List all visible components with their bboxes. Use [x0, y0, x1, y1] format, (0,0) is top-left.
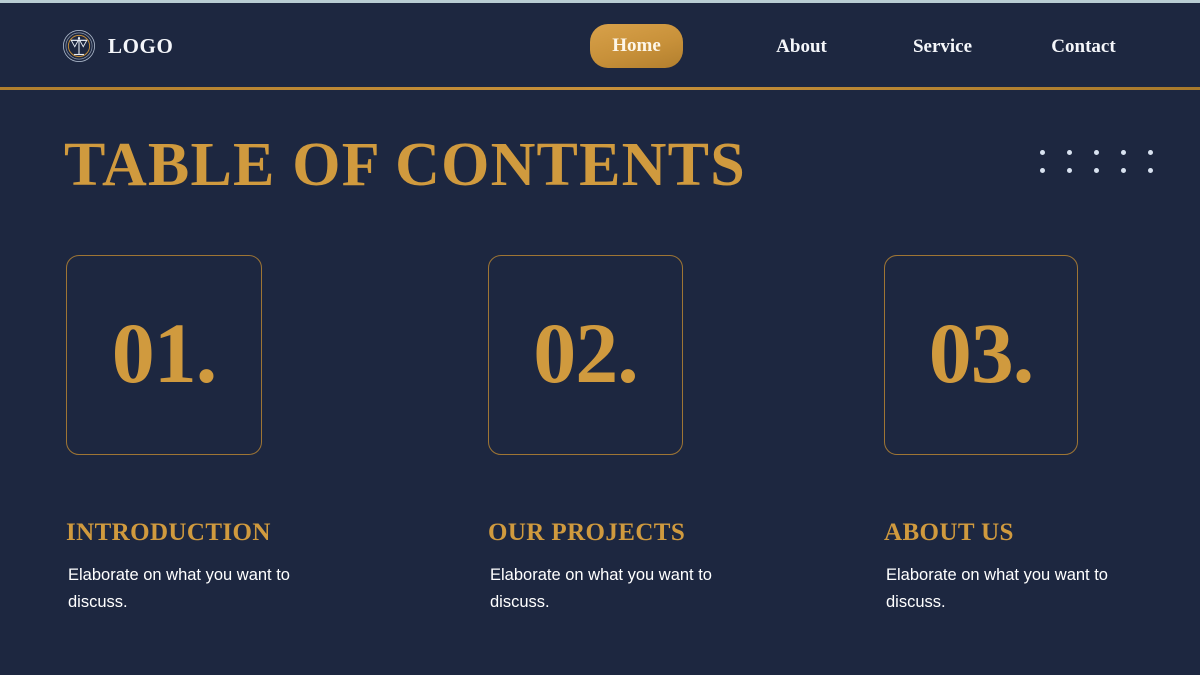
dot [1121, 168, 1126, 173]
entry-body-introduction: Elaborate on what you want to discuss. [68, 566, 290, 611]
nav-item-home[interactable]: Home [590, 24, 683, 68]
dot [1040, 168, 1045, 173]
dot [1121, 150, 1126, 155]
dot [1067, 150, 1072, 155]
nav-item-contact[interactable]: Contact [1013, 37, 1154, 56]
number-box-1: 01. [66, 255, 262, 455]
site-header: LOGO Home About Service Contact [0, 3, 1200, 89]
dot [1040, 150, 1045, 155]
entry-heading-about-us: ABOUT US [884, 519, 1014, 546]
nav-item-about[interactable]: About [731, 37, 872, 56]
toc-entry-3: 03. ABOUT US Elaborate on what you want … [884, 255, 1200, 611]
dot [1094, 168, 1099, 173]
main-nav: Home About Service Contact [590, 24, 1154, 68]
entry-body-about-us: Elaborate on what you want to discuss. [886, 566, 1108, 611]
number-box-2: 02. [488, 255, 683, 455]
dot [1148, 168, 1153, 173]
toc-entry-1: 01. INTRODUCTION Elaborate on what you w… [66, 255, 396, 611]
brand-name: LOGO [108, 33, 174, 58]
dot [1148, 150, 1153, 155]
entry-heading-our-projects: OUR PROJECTS [488, 519, 686, 546]
dot [1067, 168, 1072, 173]
toc-entry-2: 02. OUR PROJECTS Elaborate on what you w… [488, 255, 818, 611]
header-divider [0, 87, 1200, 90]
page-title: TABLE OF CONTENTS [64, 131, 746, 199]
entry-number: 02. [533, 305, 638, 401]
entry-number: 03. [928, 305, 1034, 401]
slide-table-of-contents: LOGO Home About Service Contact TABLE OF… [0, 0, 1200, 675]
dot [1094, 150, 1099, 155]
entry-heading-introduction: INTRODUCTION [66, 519, 271, 546]
nav-item-service[interactable]: Service [872, 37, 1013, 56]
number-box-3: 03. [884, 255, 1078, 455]
brand[interactable]: LOGO [62, 29, 173, 63]
scales-of-justice-icon [62, 29, 96, 63]
entry-number: 01. [111, 305, 217, 401]
dot-grid-decoration [1040, 150, 1175, 186]
entry-body-our-projects: Elaborate on what you want to discuss. [490, 566, 712, 611]
